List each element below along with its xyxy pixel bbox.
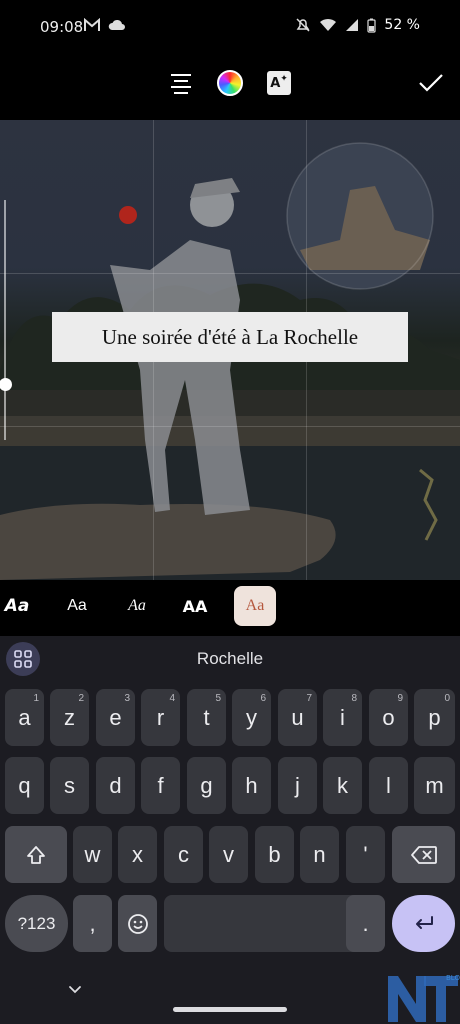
key-label: p bbox=[428, 704, 441, 730]
status-notification-icons bbox=[84, 18, 126, 32]
sparkle-glyph: ✦ bbox=[280, 74, 288, 84]
key-hint: 8 bbox=[351, 693, 357, 704]
key[interactable]: h bbox=[232, 757, 271, 814]
backspace-icon bbox=[410, 845, 437, 864]
battery-percent: 52 % bbox=[384, 17, 420, 33]
hide-keyboard-chevron-icon[interactable] bbox=[66, 984, 84, 996]
font-option-serif-selected[interactable]: Aa bbox=[234, 586, 276, 626]
watermark-text: BLOG bbox=[446, 974, 460, 982]
enter-key[interactable] bbox=[392, 895, 455, 952]
watermark-logo: BLOG bbox=[388, 974, 460, 1022]
key-hint: 5 bbox=[215, 693, 221, 704]
key[interactable]: u7 bbox=[278, 689, 317, 746]
signal-icon bbox=[346, 19, 359, 31]
photo-canvas[interactable]: Une soirée d'été à La Rochelle bbox=[0, 120, 460, 580]
key-hint: 3 bbox=[124, 693, 130, 704]
font-option-bold-italic[interactable]: Aa bbox=[0, 586, 34, 626]
key-label: e bbox=[109, 704, 122, 730]
key[interactable]: p0 bbox=[414, 689, 455, 746]
key[interactable]: c bbox=[164, 826, 203, 883]
text-style-button[interactable]: A ✦ bbox=[264, 68, 294, 98]
key-hint: 9 bbox=[397, 693, 403, 704]
key[interactable]: i8 bbox=[323, 689, 362, 746]
key-label: i bbox=[340, 704, 345, 730]
cloud-icon bbox=[108, 19, 125, 30]
word-suggestion[interactable]: Rochelle bbox=[0, 649, 460, 669]
home-gesture-handle[interactable] bbox=[173, 1007, 287, 1012]
key[interactable]: g bbox=[187, 757, 226, 814]
key-hint: 6 bbox=[260, 693, 266, 704]
text-style-letter: A bbox=[270, 75, 281, 91]
symbols-key[interactable]: ?123 bbox=[5, 895, 68, 952]
font-option-sans[interactable]: Aa bbox=[60, 586, 94, 626]
key-label: o bbox=[382, 704, 395, 730]
key[interactable]: f bbox=[141, 757, 180, 814]
key[interactable]: e3 bbox=[96, 689, 135, 746]
status-bar: 09:08 52 % bbox=[0, 0, 460, 52]
key-hint: 0 bbox=[444, 693, 450, 704]
key[interactable]: z2 bbox=[50, 689, 89, 746]
key[interactable]: a1 bbox=[5, 689, 44, 746]
period-key[interactable]: . bbox=[346, 895, 385, 952]
apostrophe-key[interactable]: ' bbox=[346, 826, 385, 883]
key-hint: 7 bbox=[306, 693, 312, 704]
key[interactable]: m bbox=[414, 757, 455, 814]
text-style-icon: A ✦ bbox=[267, 71, 291, 95]
text-size-slider[interactable] bbox=[4, 200, 6, 440]
key-hint: 4 bbox=[169, 693, 175, 704]
font-option-caps[interactable]: AA bbox=[178, 586, 212, 626]
key[interactable]: r4 bbox=[141, 689, 180, 746]
key[interactable]: d bbox=[96, 757, 135, 814]
grid-line bbox=[0, 426, 460, 427]
status-time: 09:08 bbox=[40, 18, 84, 36]
key[interactable]: s bbox=[50, 757, 89, 814]
battery-icon bbox=[367, 18, 377, 33]
caption-text[interactable]: Une soirée d'été à La Rochelle bbox=[102, 325, 358, 350]
color-picker-button[interactable] bbox=[215, 68, 245, 98]
key[interactable]: y6 bbox=[232, 689, 271, 746]
key[interactable]: l bbox=[369, 757, 408, 814]
wifi-icon bbox=[320, 18, 337, 31]
gmail-icon bbox=[84, 18, 100, 31]
key[interactable]: b bbox=[255, 826, 294, 883]
key-label: a bbox=[18, 704, 31, 730]
caption-text-box[interactable]: Une soirée d'été à La Rochelle bbox=[52, 312, 408, 362]
text-align-icon bbox=[171, 74, 191, 94]
text-align-button[interactable] bbox=[166, 68, 196, 98]
font-option-serif-italic[interactable]: Aa bbox=[120, 586, 154, 626]
key[interactable]: q bbox=[5, 757, 44, 814]
key[interactable]: t5 bbox=[187, 689, 226, 746]
key[interactable]: k bbox=[323, 757, 362, 814]
shift-icon bbox=[27, 845, 45, 864]
done-button[interactable] bbox=[416, 68, 446, 98]
emoji-key[interactable] bbox=[118, 895, 157, 952]
key-label: u bbox=[291, 704, 304, 730]
mute-icon bbox=[296, 18, 310, 32]
backspace-key[interactable] bbox=[392, 826, 455, 883]
comma-key[interactable]: , bbox=[73, 895, 112, 952]
suggestion-bar: Rochelle bbox=[0, 636, 460, 682]
key-label: t bbox=[203, 704, 210, 730]
done-check-icon bbox=[419, 74, 443, 92]
key-label: r bbox=[156, 704, 165, 730]
grid-line bbox=[0, 273, 460, 274]
emoji-icon bbox=[127, 913, 148, 934]
key[interactable]: x bbox=[118, 826, 157, 883]
keyboard: Rochelle a1 z2 e3 r4 t5 y6 u7 i8 o9 p0 q… bbox=[0, 636, 460, 1024]
key-label: y bbox=[246, 704, 257, 730]
shift-key[interactable] bbox=[5, 826, 67, 883]
key[interactable]: v bbox=[209, 826, 248, 883]
enter-icon bbox=[415, 915, 433, 929]
key[interactable]: j bbox=[278, 757, 317, 814]
status-system-icons: 52 % bbox=[295, 17, 420, 33]
key-hint: 1 bbox=[33, 693, 39, 704]
color-picker-icon bbox=[217, 70, 243, 96]
font-style-row: Aa Aa Aa AA Aa bbox=[0, 580, 460, 636]
key[interactable]: n bbox=[300, 826, 339, 883]
key-hint: 2 bbox=[78, 693, 84, 704]
key-label: z bbox=[64, 704, 75, 730]
key[interactable]: o9 bbox=[369, 689, 408, 746]
key[interactable]: w bbox=[73, 826, 112, 883]
text-editor-toolbar: A ✦ bbox=[0, 52, 460, 120]
